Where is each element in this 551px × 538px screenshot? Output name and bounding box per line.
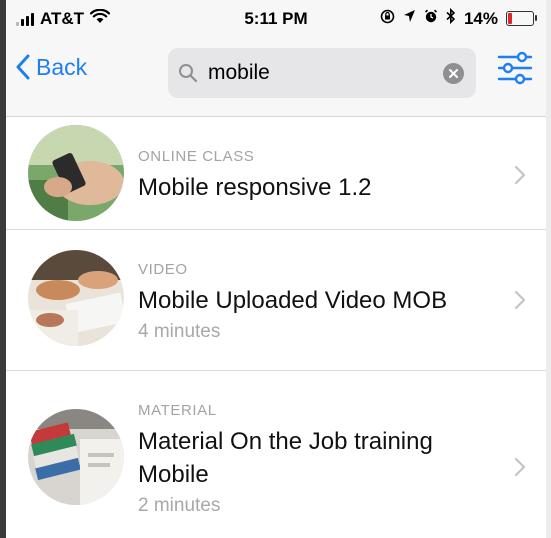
alarm-icon [424, 9, 438, 28]
result-duration: 4 minutes [138, 321, 221, 342]
search-bar[interactable] [168, 48, 476, 98]
chevron-right-icon [514, 457, 526, 477]
battery-icon [506, 11, 537, 26]
search-input[interactable] [208, 58, 428, 88]
result-row-video[interactable]: VIDEO Mobile Uploaded Video MOB 4 minute… [6, 230, 546, 371]
result-duration: 2 minutes [138, 495, 221, 516]
battery-level-fill [508, 13, 512, 24]
clear-icon [443, 63, 464, 84]
battery-percent: 14% [463, 8, 498, 28]
result-title: Material On the Job training Mobile [138, 428, 433, 488]
filter-button[interactable] [496, 50, 534, 86]
result-text: VIDEO Mobile Uploaded Video MOB 4 minute… [138, 260, 506, 345]
result-title: Mobile Uploaded Video MOB [138, 287, 448, 314]
result-row-online-class[interactable]: ONLINE CLASS Mobile responsive 1.2 [6, 117, 546, 230]
chevron-right-icon [514, 290, 526, 310]
chevron-right-icon [514, 165, 526, 185]
lock-rotation-icon [380, 9, 395, 29]
result-text: MATERIAL Material On the Job training Mo… [138, 401, 506, 519]
result-type-label: MATERIAL [138, 402, 217, 419]
result-thumbnail [28, 125, 124, 221]
back-chevron-icon [16, 54, 30, 80]
result-thumbnail [28, 250, 124, 346]
back-button[interactable]: Back [16, 50, 87, 84]
result-thumbnail [28, 409, 124, 505]
navigation-bar: Back [6, 40, 546, 117]
status-bar: AT&T 5:11 PM 14% [6, 0, 546, 40]
location-icon [403, 9, 416, 28]
right-edge-shadow [546, 0, 551, 538]
bluetooth-icon [446, 7, 456, 29]
result-row-material[interactable]: MATERIAL Material On the Job training Mo… [6, 371, 546, 538]
search-icon [178, 63, 198, 88]
result-title: Mobile responsive 1.2 [138, 174, 372, 201]
filter-sliders-icon [496, 51, 534, 90]
clear-search-button[interactable] [443, 63, 464, 84]
left-edge-shadow [0, 0, 6, 538]
status-right: 14% [380, 7, 537, 29]
result-type-label: VIDEO [138, 261, 188, 278]
back-label: Back [36, 53, 88, 80]
result-type-label: ONLINE CLASS [138, 148, 255, 165]
search-results-list: ONLINE CLASS Mobile responsive 1.2 VIDEO… [6, 117, 546, 538]
app-screen: AT&T 5:11 PM 14% Back mobile ONLINE CLAS… [0, 0, 551, 538]
result-text: ONLINE CLASS Mobile responsive 1.2 [138, 147, 506, 204]
